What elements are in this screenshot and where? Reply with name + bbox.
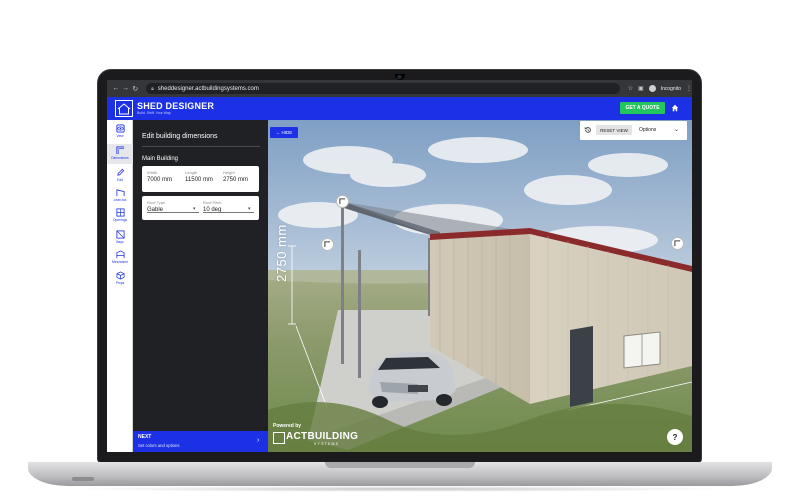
url-text: sheddesigner.actbuildingsystems.com [157,85,259,92]
dimensions-icon [115,146,124,155]
act-logo-icon [273,432,285,444]
brand-name: ACTBUILDING [286,431,359,442]
app-header: SHED DESIGNER Build. Shift. Your Way. GE… [107,97,692,120]
view-icon [115,124,125,133]
width-label: Width [147,170,158,175]
rail-label-view: View [116,134,124,138]
rail-label-edit: Edit [117,178,123,182]
mezzanine-icon [115,250,125,259]
address-bar[interactable]: 🔒︎ sheddesigner.actbuildingsystems.com [146,83,620,94]
roof-card: Roof Type Gable ▾ Roof Pitch 10 deg ▾ [142,196,259,220]
history-icon[interactable] [584,126,592,134]
next-subtitle: Set colors and options [138,443,180,448]
rail-label-lean-tos: Lean-tos [113,198,127,202]
length-value: 11500 mm [185,177,213,183]
page-canvas: ← → ↻ 🔒︎ sheddesigner.actbuildingsystems… [0,0,800,500]
length-label: Length [185,170,198,175]
forward-icon[interactable]: → [121,85,131,92]
pencil-icon [116,168,124,176]
reset-view-button[interactable]: RESET VIEW [596,125,632,135]
height-dimension-label: 2750 mm [274,224,289,282]
app-title: SHED DESIGNER [137,101,215,111]
height-field[interactable]: Height 2750 mm [223,170,248,183]
get-quote-button[interactable]: GET A QUOTE [620,102,665,114]
3d-viewport[interactable]: ← HIDE RESET VIEW Options ⌄ 2750 mm Powe… [268,120,692,452]
back-icon[interactable]: ← [111,85,121,92]
kebab-menu-icon[interactable]: ⋮ [686,85,692,92]
roof-type-underline [147,212,199,213]
app-tagline: Build. Shift. Your Way. [137,111,172,115]
reload-icon[interactable]: ↻ [130,85,140,93]
rail-label-dimensions: Dimensions [111,156,129,160]
shed-scene [268,120,692,452]
powered-by-label: Powered by [273,423,302,429]
roof-type-label: Roof Type [147,200,166,205]
laptop-shadow [70,486,730,492]
next-title: NEXT [138,434,152,440]
webcam-lens [397,75,402,79]
help-button[interactable]: ? [667,429,683,445]
shed-logo-icon [115,100,133,117]
rail-label-mezzanine: Mezzanine [112,260,128,264]
rail-item-mezzanine[interactable]: Mezzanine [107,248,133,268]
rail-label-openings: Openings [112,218,128,222]
resize-handle-right-icon[interactable] [671,237,684,250]
width-field[interactable]: Width 7000 mm [147,170,172,183]
rail-item-openings[interactable]: Openings [107,206,133,226]
height-label: Height [223,170,235,175]
roof-pitch-underline [203,212,254,213]
rail-item-edit[interactable]: Edit [107,166,133,186]
rail-item-props[interactable]: Props [107,269,133,289]
options-dropdown[interactable]: Options [639,127,656,133]
rail-item-lean-tos[interactable]: Lean-tos [107,186,133,206]
view-toolbar: RESET VIEW Options ⌄ [580,121,687,140]
resize-handle-top-icon[interactable] [336,195,349,208]
edit-panel: Edit building dimensions Main Building W… [133,120,268,452]
lock-icon: 🔒︎ [151,85,154,92]
chevron-down-icon[interactable]: ⌄ [674,126,679,133]
laptop-port [72,477,94,481]
brand-subtitle: SYSTEMS [314,442,340,446]
openings-icon [115,208,125,217]
tool-rail: View Dimensions Edit Lean-tos Openings B… [107,120,133,452]
rail-label-props: Props [115,281,125,285]
browser-toolbar: ← → ↻ 🔒︎ sheddesigner.actbuildingsystems… [107,80,692,97]
bays-icon [115,230,125,239]
rail-item-view[interactable]: View [107,122,133,142]
rail-item-bays[interactable]: Bays [107,228,133,248]
rail-item-dimensions[interactable]: Dimensions [107,144,133,164]
incognito-label: Incognito [660,85,681,92]
star-icon[interactable]: ☆ [628,85,633,92]
home-icon[interactable] [669,102,681,114]
leanto-icon [115,189,125,197]
laptop-screen: ← → ↻ 🔒︎ sheddesigner.actbuildingsystems… [107,80,692,452]
width-value: 7000 mm [147,177,173,183]
length-field[interactable]: Length 11500 mm [185,170,213,183]
height-value: 2750 mm [223,177,249,183]
laptop-lip [325,462,475,468]
incognito-avatar-icon[interactable] [648,85,656,92]
panel-title: Edit building dimensions [142,133,218,140]
sidepanel-icon[interactable]: ▣ [638,85,644,92]
hide-panel-button[interactable]: ← HIDE [270,127,298,138]
dimensions-card: Width 7000 mm Length 11500 mm Height 275… [142,166,259,192]
roof-pitch-label: Roof Pitch [203,200,222,205]
next-button[interactable]: NEXT Set colors and options › [133,431,268,452]
resize-handle-left-icon[interactable] [321,238,334,251]
section-title: Main Building [142,156,179,162]
rail-label-bays: Bays [116,240,124,244]
browser-actions: ☆ ▣ Incognito ⋮ [628,85,692,92]
panel-divider [142,146,260,147]
cube-icon [116,271,124,280]
chevron-right-icon: › [257,437,260,444]
